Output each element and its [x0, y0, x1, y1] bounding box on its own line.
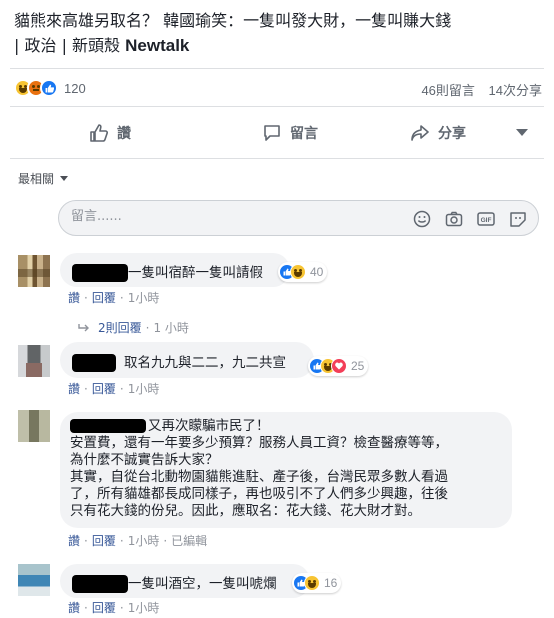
sort-label: 最相關 [18, 172, 55, 186]
like-reaction-icon [40, 79, 58, 97]
comment-reactions[interactable]: 40 [278, 262, 328, 282]
redacted-username[interactable] [72, 575, 128, 593]
divider [10, 68, 544, 69]
avatar[interactable] [18, 345, 50, 377]
comment-reaction-count: 16 [324, 576, 338, 590]
comment-reply-link[interactable]: 回覆 [92, 291, 116, 305]
post-title-line1[interactable]: 貓熊來高雄另取名？ 韓國瑜笑：一隻叫發大財，一隻叫賺大錢 [14, 8, 544, 33]
redacted-username[interactable] [70, 419, 146, 433]
share-count[interactable]: 14次分享 [489, 83, 542, 98]
comment-meta: 讚 · 回覆 · 1小時 [68, 382, 160, 396]
comment-text: 安置費，還有一年要多少預算？服務人員工資？檢查醫療等等， [70, 435, 448, 451]
share-button[interactable]: 分享 [378, 115, 498, 151]
haha-reaction-icon [304, 575, 320, 591]
sticker-icon[interactable] [508, 209, 528, 229]
camera-icon[interactable] [444, 209, 464, 229]
comment-time[interactable]: 1小時 [128, 291, 160, 305]
comment-reply-link[interactable]: 回覆 [92, 534, 116, 548]
reaction-count[interactable]: 120 [64, 81, 86, 96]
comment-like-link[interactable]: 讚 [68, 382, 80, 396]
comment-icon [264, 125, 280, 141]
replies-time: 1 小時 [153, 321, 189, 335]
comment-bubble: 一隻叫酒空，一隻叫唬爛 [60, 564, 310, 598]
comment-meta: 讚 · 回覆 · 1小時 [68, 601, 160, 615]
comment-time[interactable]: 1小時 [128, 601, 160, 615]
share-icon [411, 125, 429, 141]
chevron-down-icon [516, 129, 528, 136]
comment-line: 又再次矇騙市民了！ [70, 418, 502, 435]
avatar[interactable] [18, 255, 50, 287]
like-button-label: 讚 [117, 126, 131, 142]
share-button-label: 分享 [438, 126, 466, 142]
comment-button[interactable]: 留言 [210, 115, 370, 151]
post-title-brand: Newtalk [125, 36, 190, 55]
svg-text:GIF: GIF [481, 217, 492, 224]
redacted-username[interactable] [72, 264, 128, 282]
reaction-summary[interactable]: 120 [14, 78, 86, 98]
reply-arrow-icon [78, 323, 89, 331]
post-actions: 讚 留言 分享 [10, 108, 544, 158]
post-stats: 46則留言 14次分享 [421, 80, 542, 99]
comment-reply-link[interactable]: 回覆 [92, 382, 116, 396]
divider [10, 106, 544, 107]
comment-like-link[interactable]: 讚 [68, 534, 80, 548]
comment-bubble: 一隻叫宿醉一隻叫請假 [60, 253, 290, 287]
comment-text: 又再次矇騙市民了！ [148, 418, 270, 434]
comment-text: 其實，自從台北動物園貓熊進駐、產子後，台灣民眾多數人看過 [70, 469, 448, 485]
emoji-icon[interactable] [412, 209, 432, 229]
comment-meta: 讚 · 回覆 · 1小時 [68, 291, 160, 305]
comment-reactions[interactable]: 16 [292, 573, 342, 593]
comment-input[interactable] [71, 209, 371, 224]
comment-composer[interactable]: GIF [58, 200, 539, 236]
comment-sort-dropdown[interactable]: 最相關 [18, 170, 69, 187]
comment-text: 取名九九與二二，九二共宣 [124, 355, 286, 371]
post-title-line2[interactable]: | 政治 | 新頭殼 Newtalk [14, 33, 544, 58]
comment-like-link[interactable]: 讚 [68, 601, 80, 615]
caret-down-icon [60, 176, 69, 181]
view-replies-link[interactable]: 2則回覆 · 1 小時 [78, 319, 189, 336]
more-options-button[interactable] [516, 115, 536, 151]
comment-text: 一隻叫宿醉一隻叫請假 [128, 265, 263, 281]
comment-time[interactable]: 1小時 [128, 382, 160, 396]
comment-reaction-count: 40 [310, 265, 324, 279]
haha-reaction-icon [290, 264, 306, 280]
avatar[interactable] [18, 410, 50, 442]
divider [10, 158, 544, 159]
gif-icon[interactable]: GIF [476, 209, 496, 229]
comment-reply-link[interactable]: 回覆 [92, 601, 116, 615]
comment-time[interactable]: 1小時 [128, 534, 160, 548]
post-title-section: | 政治 | 新頭殼 [14, 36, 126, 55]
redacted-username[interactable] [72, 354, 116, 372]
edited-label[interactable]: 已編輯 [171, 534, 207, 548]
comment-text: 只有花大錢的份兒。因此，應取名：花大錢、花大財才對。 [70, 503, 421, 519]
comment-button-label: 留言 [290, 126, 318, 142]
comment-text: 了，所有貓雄都長成同樣子，再也吸引不了人們多少興趣，往後 [70, 486, 448, 502]
comment-count[interactable]: 46則留言 [421, 83, 474, 98]
avatar[interactable] [18, 564, 50, 596]
comment-reaction-count: 25 [351, 359, 365, 373]
thumbs-up-icon [90, 124, 108, 142]
comment-meta: 讚 · 回覆 · 1小時 · 已編輯 [68, 534, 208, 548]
post-title[interactable]: 貓熊來高雄另取名？ 韓國瑜笑：一隻叫發大財，一隻叫賺大錢 | 政治 | 新頭殼 … [14, 8, 544, 58]
like-button[interactable]: 讚 [30, 115, 190, 151]
love-reaction-icon [331, 358, 347, 374]
comment-bubble: 取名九九與二二，九二共宣 [60, 342, 314, 378]
comment-text: 一隻叫酒空，一隻叫唬爛 [128, 576, 277, 592]
comment-reactions[interactable]: 25 [308, 356, 369, 376]
comment-like-link[interactable]: 讚 [68, 291, 80, 305]
replies-count: 2則回覆 [98, 321, 142, 335]
comment-text: 為什麼不誠實告訴大家？ [70, 452, 219, 468]
comment-bubble: 又再次矇騙市民了！ 安置費，還有一年要多少預算？服務人員工資？檢查醫療等等， 為… [60, 412, 512, 528]
